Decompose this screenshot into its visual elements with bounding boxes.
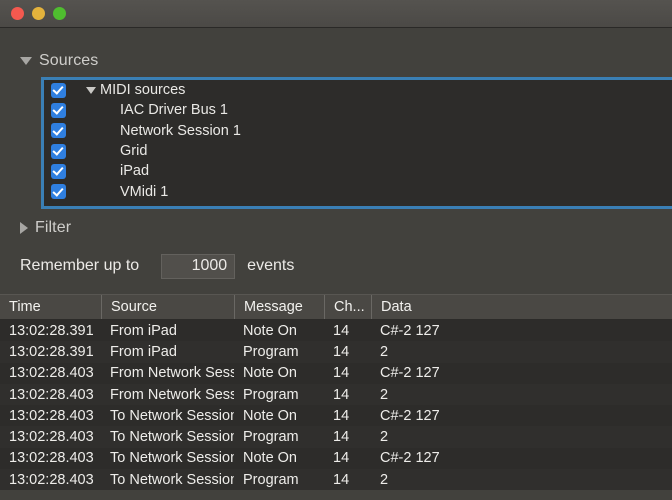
list-item[interactable]: Network Session 1: [44, 121, 672, 141]
cell-channel: 14: [333, 322, 350, 339]
cell-channel: 14: [333, 471, 350, 488]
checkbox-checked-icon[interactable]: [51, 102, 66, 118]
list-item-label: iPad: [120, 163, 150, 180]
cell-data: 2: [380, 386, 389, 403]
cell-channel: 14: [333, 343, 350, 360]
cell-time: 13:02:28.403: [9, 429, 94, 446]
column-header-channel[interactable]: Ch...: [324, 295, 371, 319]
cell-source: To Network Session 1: [110, 429, 234, 446]
cell-data: C#-2 127: [380, 450, 440, 467]
remember-suffix-label: events: [247, 257, 295, 274]
triangle-right-icon[interactable]: [20, 222, 28, 234]
cell-source: To Network Session 1: [110, 407, 234, 424]
cell-data: C#-2 127: [380, 365, 440, 382]
cell-source: From Network Session 1: [110, 386, 234, 403]
cell-data: 2: [380, 343, 389, 360]
cell-message: Program: [243, 343, 299, 360]
column-header-source[interactable]: Source: [101, 295, 234, 319]
table-row[interactable]: 13:02:28.403 From Network Session 1 Prog…: [0, 383, 672, 406]
cell-channel: 14: [333, 407, 350, 424]
column-header-data[interactable]: Data: [371, 295, 672, 319]
remember-events-row: Remember up to events: [0, 252, 672, 280]
cell-data: C#-2 127: [380, 322, 440, 339]
cell-source: From Network Session 1: [110, 365, 234, 382]
checkbox-checked-icon[interactable]: [51, 184, 66, 200]
cell-source: To Network Session 1: [110, 471, 234, 488]
checkbox-checked-icon[interactable]: [51, 143, 66, 159]
minimize-button[interactable]: [32, 7, 45, 20]
cell-message: Program: [243, 429, 299, 446]
cell-message: Program: [243, 471, 299, 488]
column-header-message[interactable]: Message: [234, 295, 324, 319]
checkbox-checked-icon[interactable]: [51, 163, 66, 179]
table-row[interactable]: 13:02:28.391 From iPad Program 14 2: [0, 341, 672, 363]
cell-channel: 14: [333, 386, 350, 403]
cell-message: Note On: [243, 365, 297, 382]
triangle-down-icon[interactable]: [86, 86, 96, 94]
list-item-label: IAC Driver Bus 1: [120, 102, 228, 119]
list-item-label: MIDI sources: [100, 82, 186, 99]
events-table-header: Time Source Message Ch... Data: [0, 294, 672, 320]
table-row[interactable]: 13:02:28.403 To Network Session 1 Note O…: [0, 448, 672, 469]
list-item[interactable]: IAC Driver Bus 1: [44, 100, 672, 120]
list-item-label: Grid: [120, 143, 148, 160]
close-button[interactable]: [11, 7, 24, 20]
cell-time: 13:02:28.391: [9, 343, 94, 360]
cell-data: 2: [380, 471, 389, 488]
filter-disclosure-header[interactable]: Filter: [0, 213, 672, 243]
table-row[interactable]: 13:02:28.391 From iPad Note On 14 C#-2 1…: [0, 320, 672, 341]
cell-time: 13:02:28.403: [9, 407, 94, 424]
cell-data: 2: [380, 429, 389, 446]
sources-section-label: Sources: [39, 51, 99, 69]
list-item-label: Network Session 1: [120, 122, 241, 139]
cell-time: 13:02:28.403: [9, 365, 94, 382]
cell-source: To Network Session 1: [110, 450, 234, 467]
list-item[interactable]: VMidi 1: [44, 181, 672, 201]
checkbox-checked-icon[interactable]: [51, 82, 66, 98]
zoom-button[interactable]: [53, 7, 66, 20]
list-item[interactable]: MIDI sources: [44, 80, 672, 100]
events-table-body: 13:02:28.391 From iPad Note On 14 C#-2 1…: [0, 320, 672, 491]
cell-time: 13:02:28.403: [9, 471, 94, 488]
list-item[interactable]: iPad: [44, 161, 672, 181]
cell-source: From iPad: [110, 343, 177, 360]
table-row[interactable]: 13:02:28.403 To Network Session 1 Progra…: [0, 426, 672, 448]
cell-message: Note On: [243, 322, 297, 339]
window-body: Sources MIDI sources IAC Driver Bus 1 Ne…: [0, 46, 672, 491]
remember-events-input[interactable]: [161, 253, 236, 279]
cell-time: 13:02:28.391: [9, 322, 94, 339]
sources-disclosure-header[interactable]: Sources: [0, 46, 672, 75]
cell-channel: 14: [333, 365, 350, 382]
cell-message: Program: [243, 386, 299, 403]
column-header-time[interactable]: Time: [0, 295, 101, 319]
window-controls: [11, 7, 66, 20]
cell-time: 13:02:28.403: [9, 450, 94, 467]
cell-message: Note On: [243, 450, 297, 467]
cell-channel: 14: [333, 429, 350, 446]
cell-message: Note On: [243, 407, 297, 424]
cell-source: From iPad: [110, 322, 177, 339]
triangle-down-icon[interactable]: [20, 56, 32, 65]
table-row[interactable]: 13:02:28.403 To Network Session 1 Note O…: [0, 405, 672, 426]
window-titlebar: [0, 0, 672, 28]
remember-prefix-label: Remember up to: [20, 257, 140, 274]
list-item-label: VMidi 1: [120, 183, 169, 200]
list-item[interactable]: Grid: [44, 141, 672, 161]
cell-data: C#-2 127: [380, 407, 440, 424]
events-table: Time Source Message Ch... Data 13:02:28.…: [0, 294, 672, 491]
sources-listbox[interactable]: MIDI sources IAC Driver Bus 1 Network Se…: [41, 77, 672, 209]
cell-time: 13:02:28.403: [9, 386, 94, 403]
checkbox-checked-icon[interactable]: [51, 123, 66, 139]
cell-channel: 14: [333, 450, 350, 467]
table-row[interactable]: 13:02:28.403 From Network Session 1 Note…: [0, 363, 672, 384]
table-row[interactable]: 13:02:28.403 To Network Session 1 Progra…: [0, 469, 672, 491]
filter-section-label: Filter: [35, 219, 72, 236]
